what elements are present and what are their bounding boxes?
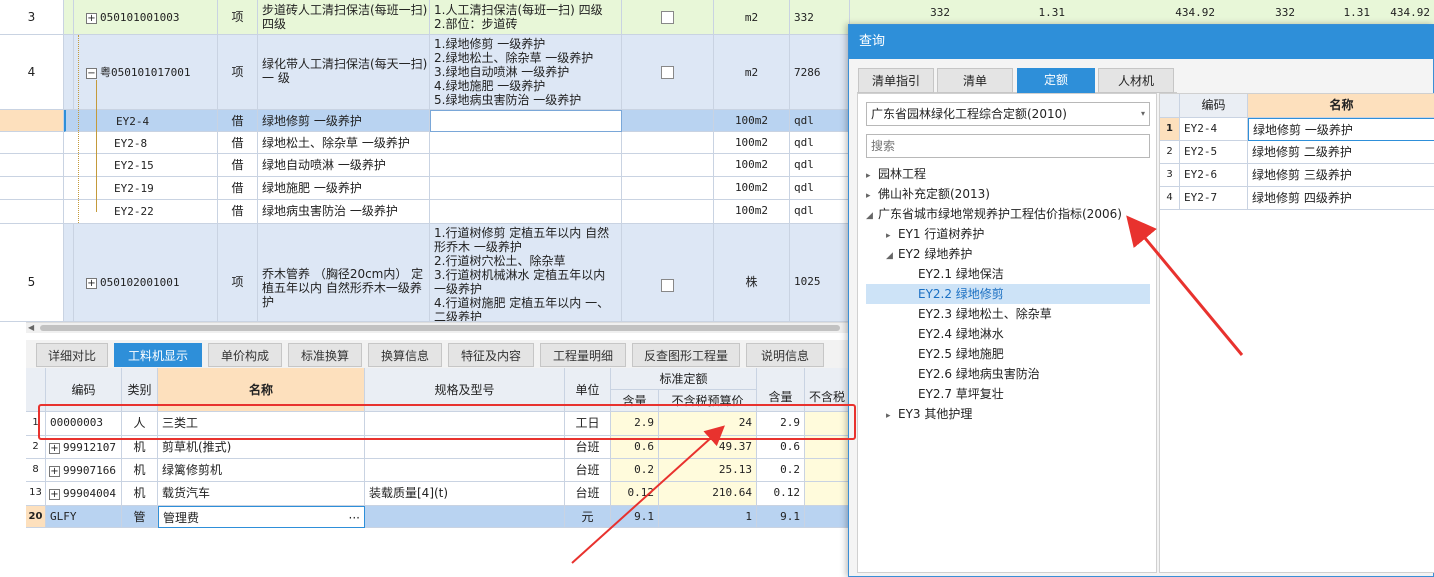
annotation-arrows <box>571 215 1244 564</box>
annotation-arrow-to-price <box>571 425 725 564</box>
annotation-arrow-to-tree <box>1126 215 1244 356</box>
